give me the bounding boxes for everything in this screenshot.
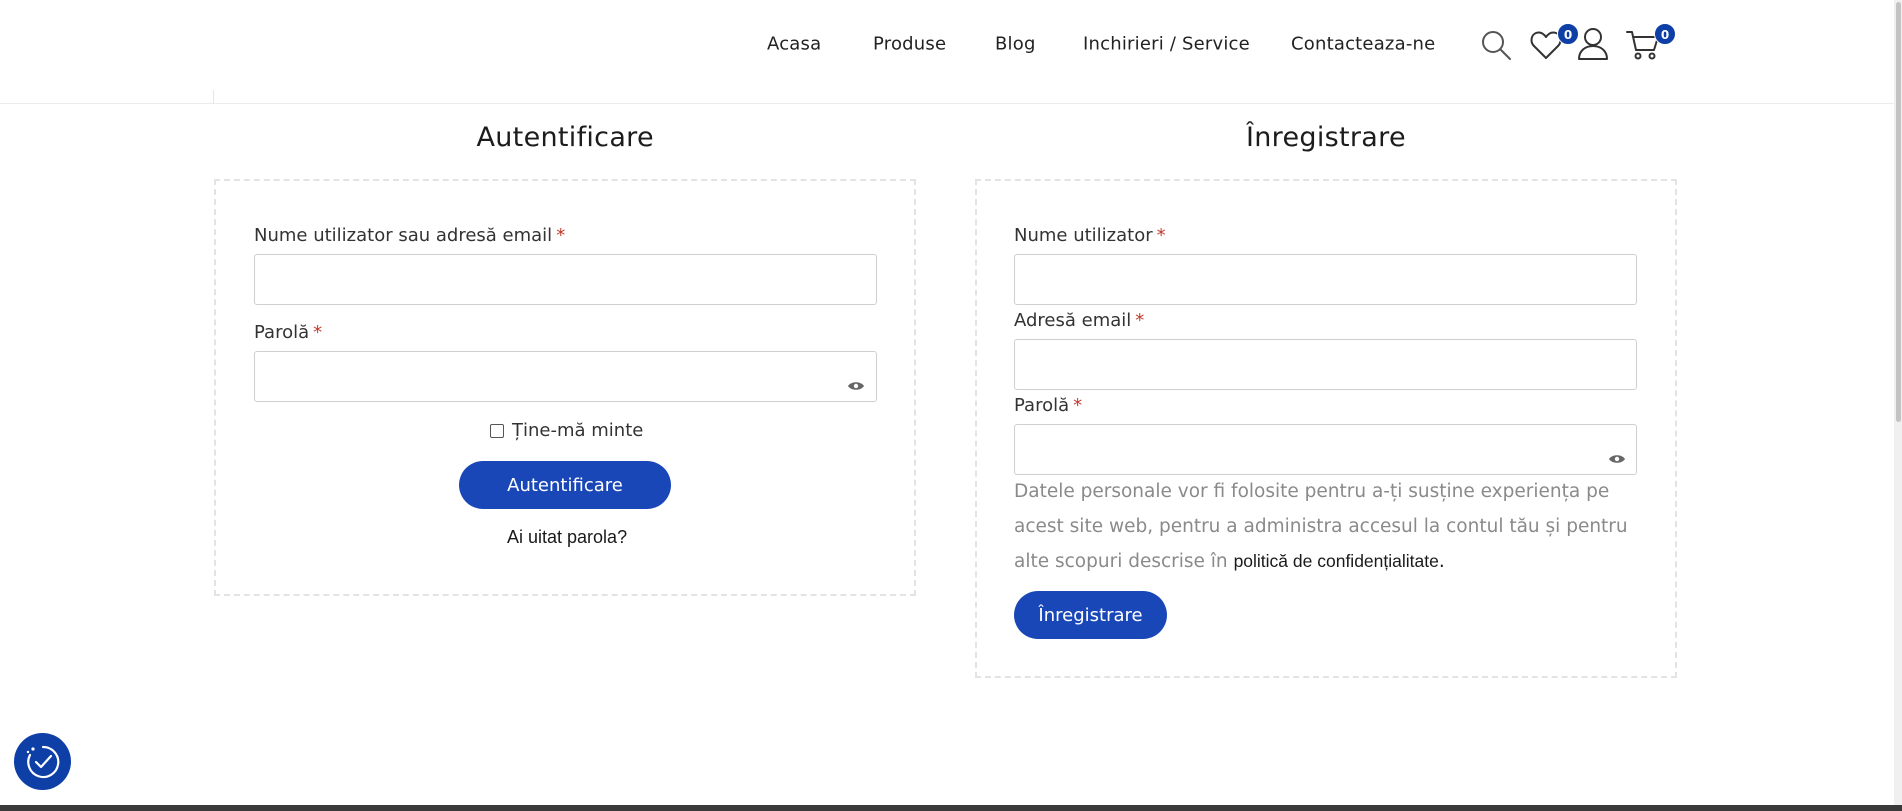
nav-link-inchirieri-service[interactable]: Inchirieri / Service (1083, 34, 1250, 55)
register-email-label-text: Adresă email (1014, 310, 1132, 331)
register-username-label: Nume utilizator * (1014, 225, 1166, 246)
privacy-text-end: . (1438, 551, 1445, 572)
register-username-label-text: Nume utilizator (1014, 225, 1153, 246)
accessibility-icon (26, 745, 59, 778)
wishlist-count-badge: 0 (1557, 23, 1579, 45)
show-password-icon[interactable] (1608, 449, 1626, 463)
register-username-input[interactable] (1014, 254, 1637, 305)
required-mark: * (556, 225, 566, 246)
login-title: Autentificare (476, 122, 654, 153)
user-icon[interactable] (1577, 27, 1609, 61)
privacy-policy-link[interactable]: politică de confidențialitate (1234, 551, 1439, 571)
login-username-label: Nume utilizator sau adresă email * (254, 225, 565, 246)
show-password-icon[interactable] (847, 376, 865, 390)
cart-count-badge: 0 (1654, 23, 1676, 45)
required-mark: * (1073, 395, 1083, 416)
register-button[interactable]: Înregistrare (1014, 591, 1167, 639)
privacy-notice: Datele personale vor fi folosite pentru … (1014, 474, 1634, 579)
login-username-input[interactable] (254, 254, 877, 305)
register-password-label: Parolă * (1014, 395, 1082, 416)
register-password-input[interactable] (1014, 424, 1637, 475)
login-password-label-text: Parolă (254, 322, 310, 343)
nav-link-acasa[interactable]: Acasa (767, 34, 821, 55)
site-header: Acasa Produse Blog Inchirieri / Service … (0, 0, 1894, 104)
scrollbar-thumb[interactable] (1896, 2, 1901, 422)
login-button[interactable]: Autentificare (459, 461, 671, 509)
register-email-label: Adresă email * (1014, 310, 1144, 331)
header-divider (213, 90, 214, 104)
register-password-label-text: Parolă (1014, 395, 1070, 416)
register-email-input[interactable] (1014, 339, 1637, 390)
register-title: Înregistrare (1246, 122, 1406, 153)
nav-link-blog[interactable]: Blog (995, 34, 1036, 55)
accessibility-button[interactable] (14, 733, 71, 790)
nav-link-contacteaza-ne[interactable]: Contacteaza-ne (1291, 34, 1435, 55)
login-password-input[interactable] (254, 351, 877, 402)
nav-link-produse[interactable]: Produse (873, 34, 946, 55)
required-mark: * (1135, 310, 1145, 331)
login-password-label: Parolă * (254, 322, 322, 343)
remember-me-checkbox[interactable] (490, 423, 504, 438)
remember-me-label: Ține-mă minte (512, 420, 644, 441)
forgot-password-link[interactable]: Ai uitat parola? (507, 527, 627, 548)
window-bottom-edge (0, 805, 1902, 811)
login-username-label-text: Nume utilizator sau adresă email (254, 225, 553, 246)
required-mark: * (313, 322, 323, 343)
remember-me-row: Ține-mă minte (490, 420, 643, 441)
search-icon[interactable] (1480, 29, 1512, 61)
required-mark: * (1156, 225, 1166, 246)
